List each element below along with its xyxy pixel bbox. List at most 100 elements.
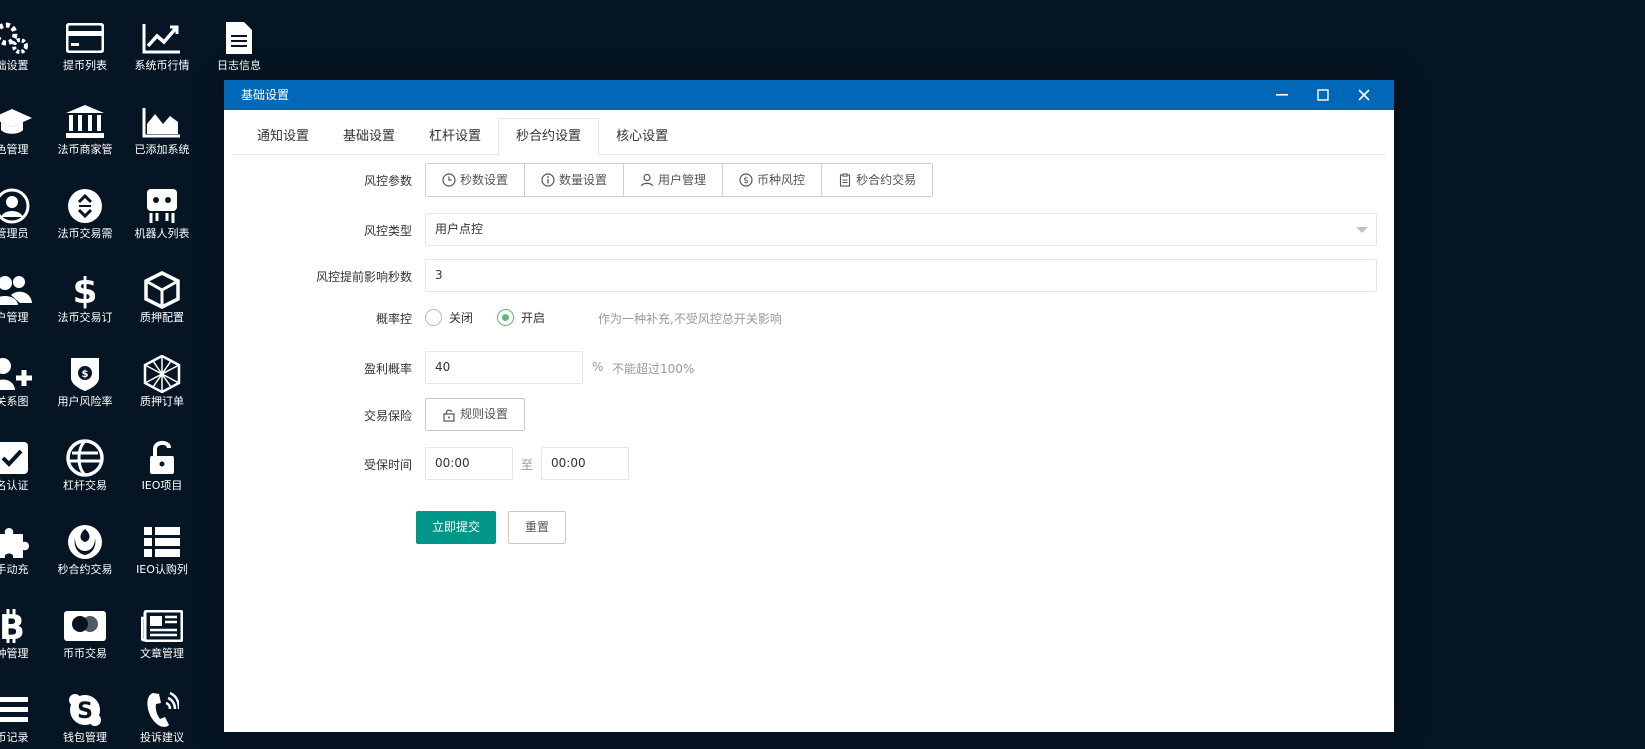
graduation-cap-icon bbox=[0, 97, 51, 143]
window-title: 基础设置 bbox=[241, 88, 290, 102]
user-management-button[interactable]: 用户管理 bbox=[624, 164, 724, 196]
unlock-icon bbox=[123, 433, 201, 479]
profit-rate-input[interactable]: 40 bbox=[425, 351, 583, 384]
desktop-icon-globe[interactable]: 杠杆交易 bbox=[46, 423, 124, 503]
insured-time-separator: 至 bbox=[521, 458, 534, 472]
radio-circle bbox=[425, 308, 442, 326]
desktop-icon-robot[interactable]: 机器人列表 bbox=[123, 171, 201, 251]
desktop-icon-user-plus[interactable]: 关系图 bbox=[0, 339, 51, 419]
user-management-label: 用户管理 bbox=[658, 173, 707, 187]
desktop-icon-graduation-cap[interactable]: 色管理 bbox=[0, 87, 51, 167]
desktop-icon-bitcoin[interactable]: B 种管理 bbox=[0, 591, 51, 671]
advance-seconds-label: 风控提前影响秒数 bbox=[315, 270, 412, 284]
maximize-icon bbox=[1316, 89, 1329, 101]
shield-coin-icon: $ bbox=[46, 349, 124, 395]
currency-risk-button[interactable]: $ 币种风控 bbox=[723, 164, 823, 196]
tab-bar: 通知设置 基础设置 杠杆设置 秒合约设置 核心设置 bbox=[232, 118, 1386, 156]
insured-time-to-input[interactable]: 00:00 bbox=[541, 447, 629, 480]
desktop-icon-label: 质押配置 bbox=[140, 311, 184, 324]
desktop-icon-label: 文章管理 bbox=[140, 647, 184, 660]
desktop-icon-check-square[interactable]: 名认证 bbox=[0, 423, 51, 503]
desktop-icon-line-chart[interactable]: 系统币行情 bbox=[123, 3, 201, 83]
probability-off-label: 关闭 bbox=[449, 310, 474, 325]
document-icon bbox=[200, 13, 278, 59]
desktop-icon-gears[interactable]: 础设置 bbox=[0, 3, 51, 83]
desktop-icon-puzzle[interactable]: 手动充 bbox=[0, 507, 51, 587]
desktop-icon-users[interactable]: 户管理 bbox=[0, 255, 51, 335]
tab-notification-settings[interactable]: 通知设置 bbox=[240, 118, 326, 155]
seconds-settings-label: 秒数设置 bbox=[460, 173, 509, 187]
close-button[interactable] bbox=[1343, 80, 1384, 110]
reset-button[interactable]: 重置 bbox=[508, 511, 566, 544]
desktop-icon-area-chart[interactable]: 已添加系统 bbox=[123, 87, 201, 167]
tab-basic-settings[interactable]: 基础设置 bbox=[326, 118, 412, 155]
risk-type-row: 风控类型 用户点控 bbox=[224, 213, 1394, 247]
newspaper-icon bbox=[123, 601, 201, 647]
exchange-icon bbox=[46, 181, 124, 227]
desktop-icon-label: 关系图 bbox=[0, 395, 29, 408]
profit-rate-hint: 不能超过100% bbox=[612, 362, 695, 376]
desktop-icon-polyhedron[interactable]: 质押订单 bbox=[123, 339, 201, 419]
desktop-icon-unlock[interactable]: IEO项目 bbox=[123, 423, 201, 503]
advance-seconds-row: 风控提前影响秒数 3 bbox=[224, 259, 1394, 293]
desktop-icon-label: 户管理 bbox=[0, 311, 29, 324]
minimize-button[interactable] bbox=[1261, 80, 1302, 110]
risk-type-label: 风控类型 bbox=[363, 224, 412, 238]
desktop-icon-credit-card[interactable]: 提币列表 bbox=[46, 3, 124, 83]
profit-rate-label: 盈利概率 bbox=[363, 362, 412, 376]
window-title-bar: 基础设置 bbox=[224, 80, 1394, 110]
rule-settings-button[interactable]: 规则设置 bbox=[425, 398, 526, 431]
probability-on-label: 开启 bbox=[521, 310, 546, 325]
polyhedron-icon bbox=[123, 349, 201, 395]
desktop-icon-label: 质押订单 bbox=[140, 395, 184, 408]
insured-time-from-input[interactable]: 00:00 bbox=[425, 447, 513, 480]
maximize-button[interactable] bbox=[1302, 80, 1343, 110]
desktop-icon-exchange[interactable]: 法币交易需 bbox=[46, 171, 124, 251]
desktop-icon-skype[interactable]: S 钱包管理 bbox=[46, 675, 124, 749]
tab-core-settings[interactable]: 核心设置 bbox=[599, 118, 685, 155]
bank-icon bbox=[46, 97, 124, 143]
desktop-icon-rebel[interactable]: 秒合约交易 bbox=[46, 507, 124, 587]
desktop-icon-user-circle[interactable]: 管理员 bbox=[0, 171, 51, 251]
clipboard-icon bbox=[840, 173, 851, 187]
cube-icon bbox=[123, 265, 201, 311]
probability-hint: 作为一种补充,不受风控总开关影响 bbox=[598, 312, 782, 326]
desktop-icon-phone-volume[interactable]: 投诉建议 bbox=[123, 675, 201, 749]
desktop-icon-document[interactable]: 日志信息 bbox=[200, 3, 278, 83]
probability-label: 概率控 bbox=[375, 312, 412, 326]
tab-second-contract-settings[interactable]: 秒合约设置 bbox=[498, 118, 600, 156]
gears-icon bbox=[0, 13, 51, 59]
profit-rate-unit: % bbox=[592, 360, 604, 374]
quantity-settings-label: 数量设置 bbox=[559, 173, 608, 187]
tab-leverage-settings[interactable]: 杠杆设置 bbox=[412, 118, 498, 155]
users-icon bbox=[0, 265, 51, 311]
submit-button[interactable]: 立即提交 bbox=[416, 511, 496, 544]
desktop-icon-dollar[interactable]: $ 法币交易订 bbox=[46, 255, 124, 335]
close-icon bbox=[1357, 89, 1370, 101]
desktop-icon-label: 法币交易需 bbox=[57, 227, 113, 240]
desktop-icon-newspaper[interactable]: 文章管理 bbox=[123, 591, 201, 671]
desktop-icon-label: 投诉建议 bbox=[140, 731, 184, 744]
desktop-icon-label: 日志信息 bbox=[217, 59, 261, 72]
desktop-icon-label: 钱包管理 bbox=[63, 731, 107, 744]
second-contract-trade-button[interactable]: 秒合约交易 bbox=[822, 164, 933, 196]
desktop-icon-mastercard[interactable]: 币币交易 bbox=[46, 591, 124, 671]
settings-window: 基础设置 通知设置 基础设置 杠杆设置 秒合约设置 核心设置 风控参数 秒数设置… bbox=[224, 80, 1394, 732]
rebel-icon bbox=[46, 517, 124, 563]
desktop-icon-cube[interactable]: 质押配置 bbox=[123, 255, 201, 335]
quantity-settings-button[interactable]: 数量设置 bbox=[525, 164, 625, 196]
probability-off-radio[interactable]: 关闭 bbox=[425, 308, 473, 326]
clock-icon bbox=[442, 173, 456, 187]
globe-icon bbox=[46, 433, 124, 479]
risk-type-select[interactable]: 用户点控 bbox=[425, 213, 1377, 246]
desktop-icon-label: 币币交易 bbox=[63, 647, 107, 660]
insured-time-label: 受保时间 bbox=[363, 458, 412, 472]
desktop-icon-shield-coin[interactable]: $ 用户风险率 bbox=[46, 339, 124, 419]
advance-seconds-input[interactable]: 3 bbox=[425, 259, 1377, 292]
probability-on-radio[interactable]: 开启 bbox=[497, 308, 545, 326]
desktop-icon-list[interactable]: IEO认购列 bbox=[123, 507, 201, 587]
seconds-settings-button[interactable]: 秒数设置 bbox=[426, 164, 526, 196]
desktop-icon-bank[interactable]: 法币商家管 bbox=[46, 87, 124, 167]
desktop-icon-label: 础设置 bbox=[0, 59, 29, 72]
desktop-icon-bars[interactable]: 币记录 bbox=[0, 675, 51, 749]
